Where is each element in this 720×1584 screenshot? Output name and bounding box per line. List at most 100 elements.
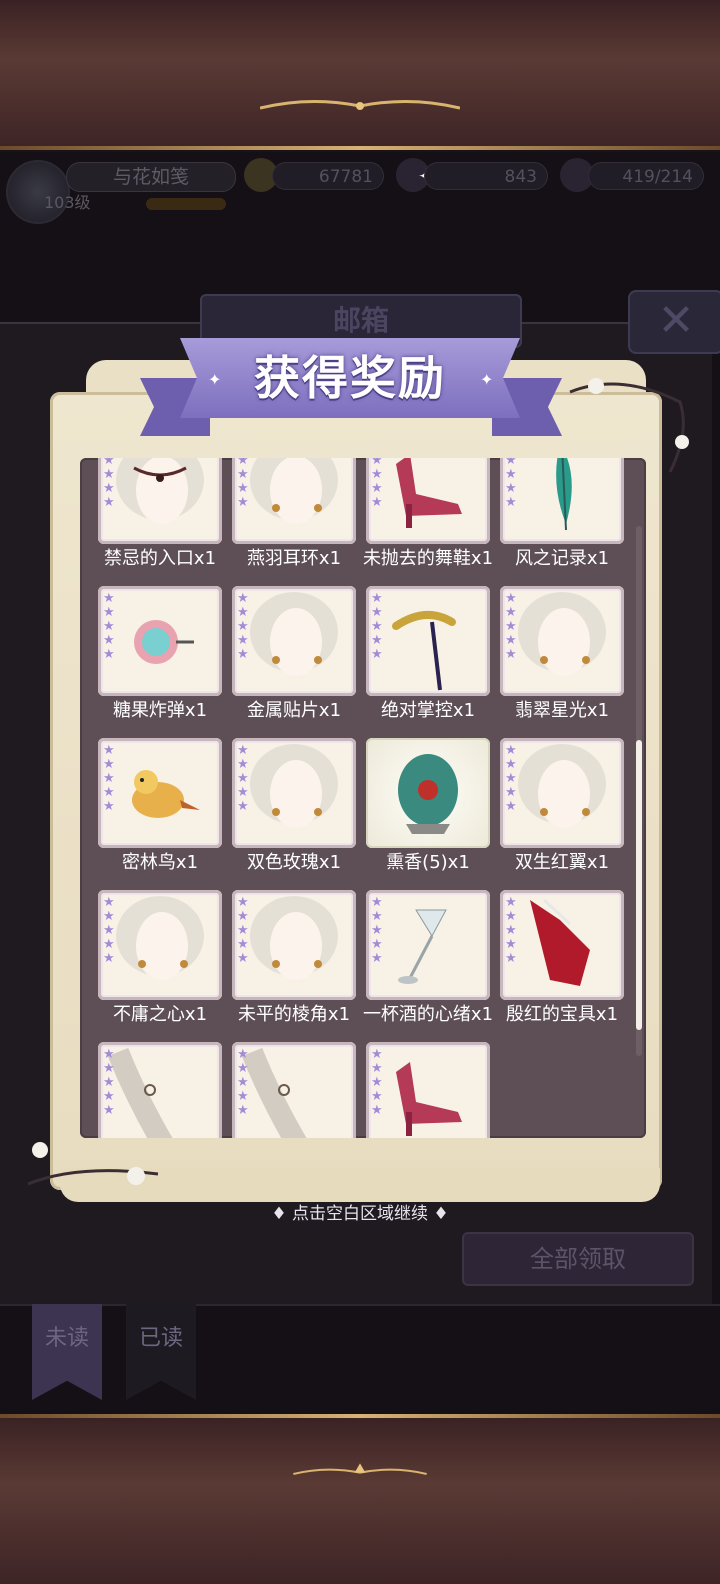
feather-icon [500, 458, 624, 544]
star-icon: ★ [237, 467, 249, 482]
rarity-stars: ★★★★★ [371, 896, 383, 966]
star-icon: ★ [505, 495, 517, 510]
reward-item-card[interactable]: ★★★★★ [98, 586, 222, 696]
star-icon: ★ [237, 743, 249, 758]
reward-banner-title: 获得奖励 [254, 351, 446, 405]
reward-item-label: 燕羽耳环x1 [246, 548, 342, 569]
reward-item-label: 殷红的宝具x1 [505, 1004, 619, 1025]
star-icon: ★ [103, 923, 115, 938]
gold-flourish-icon [293, 1463, 427, 1475]
reward-item[interactable]: ★★★★★ 风之记录x1 [500, 458, 624, 572]
star-icon: ★ [371, 481, 383, 496]
stamina-count: 419/214 [588, 162, 704, 190]
star-icon: ★ [237, 785, 249, 800]
reward-item-label: 未抛去的舞鞋x1 [362, 548, 494, 569]
reward-item-card[interactable]: ★★★★★ [98, 738, 222, 848]
star-icon: ★ [103, 647, 115, 662]
earring-icon [232, 738, 356, 848]
earring-icon [232, 458, 356, 544]
reward-item[interactable]: ★ ★ ★ ★ ★ 双色玫瑰x1 [232, 738, 356, 876]
star-icon: ★ [237, 1103, 249, 1118]
star-icon: ★ [371, 495, 383, 510]
star-icon: ★ [505, 799, 517, 814]
earring-icon [232, 890, 356, 1000]
reward-item-card[interactable]: ★★★★★ [366, 458, 490, 544]
star-icon: ★ [505, 605, 517, 620]
reward-item[interactable]: ★ ★ ★ ★ ★ 一杯酒的心绪x1 [363, 890, 493, 1028]
reward-item-card[interactable]: ★★★★★ [232, 586, 356, 696]
candy-icon [98, 586, 222, 696]
rarity-stars: ★★★★★ [103, 896, 115, 966]
scrollbar-thumb[interactable] [636, 740, 642, 1030]
reward-item[interactable]: ★ ★ ★ ★ ★ 殷红的宝具x1 [500, 890, 624, 1028]
reward-item[interactable]: ★ ★ ★ ★ ★ 未平的棱角x1 [232, 890, 356, 1028]
close-button[interactable]: ✕ [628, 290, 720, 354]
reward-item[interactable]: ★ ★ ★ ★ ★ 不庸之心x1 [98, 890, 222, 1028]
reward-item-card[interactable]: ★★★★★ [366, 890, 490, 1000]
reward-item-label: 糖果炸弹x1 [112, 700, 208, 721]
bottom-decor-band [0, 1418, 720, 1584]
reward-item-label: 翡翠星光x1 [514, 700, 610, 721]
reward-item-card[interactable]: ★★★★★ [232, 1042, 356, 1138]
reward-item[interactable]: ★ ★ ★ ★ ★ 双生红翼x1 [500, 738, 624, 876]
star-icon: ★ [237, 647, 249, 662]
star-icon: ★ [103, 937, 115, 952]
reward-item-card[interactable]: ★★★★★ [232, 890, 356, 1000]
reward-item-card[interactable]: ★★★★★ [366, 586, 490, 696]
reward-item[interactable]: ★★★★★ 禁忌的入口x1 [98, 458, 222, 572]
reward-item-label: 双色玫瑰x1 [246, 852, 342, 873]
reward-item-card[interactable]: ★★★★★ [500, 458, 624, 544]
star-icon: ★ [505, 481, 517, 496]
reward-item[interactable]: ★ ★ ★ ★ ★ [366, 1042, 490, 1138]
reward-item-card[interactable]: ★★★★★ [366, 1042, 490, 1138]
star-icon: ★ [237, 771, 249, 786]
star-icon: ★ [103, 495, 115, 510]
star-icon: ★ [103, 605, 115, 620]
rose-vine-icon [27, 1142, 159, 1186]
reward-item-label: 风之记录x1 [514, 548, 610, 569]
star-icon: ★ [237, 619, 249, 634]
star-icon: ★ [371, 1089, 383, 1104]
reward-item-card[interactable]: ★★★★★ [98, 458, 222, 544]
reward-item-card[interactable]: ★★★★★ [500, 890, 624, 1000]
star-icon: ★ [371, 1075, 383, 1090]
star-icon: ★ [371, 895, 383, 910]
reward-item-card[interactable]: ★★★★★ [98, 1042, 222, 1138]
reward-item[interactable]: ★ ★ ★ ★ ★ [232, 1042, 356, 1138]
reward-item-card[interactable]: ★★★★★ [500, 586, 624, 696]
reward-item-card[interactable]: ★★★★★ [232, 458, 356, 544]
reward-item[interactable]: ★ ★ ★ ★ ★ 金属贴片x1 [232, 586, 356, 724]
reward-item[interactable]: ★ ★ ★ ★ ★ 糖果炸弹x1 [98, 586, 222, 724]
star-icon: ★ [103, 909, 115, 924]
reward-item[interactable]: ★ ★ ★ ★ ★ 翡翠星光x1 [500, 586, 624, 724]
gold-flourish-icon [260, 99, 460, 110]
star-icon: ★ [505, 757, 517, 772]
reward-item-list[interactable]: ★★★★★禁忌的入口x1★★★★★燕羽耳环x1★★★★★未抛去的舞鞋x1★★★★… [80, 458, 646, 1138]
star-icon: ★ [103, 633, 115, 648]
gold-count: 67781 [272, 162, 384, 190]
reward-item[interactable]: ★ ★ ★ ★ ★ [98, 1042, 222, 1138]
red-glove-icon [500, 890, 624, 1000]
rarity-stars: ★★★★★ [371, 1048, 383, 1118]
star-icon: ★ [371, 1103, 383, 1118]
claim-all-button[interactable]: 全部领取 [462, 1232, 694, 1286]
reward-item[interactable]: ★★★★★ 燕羽耳环x1 [232, 458, 356, 572]
rarity-stars: ★★★★★ [505, 592, 517, 662]
star-icon: ★ [103, 1061, 115, 1076]
reward-item[interactable]: 熏香(5)x1 [366, 738, 490, 876]
reward-item[interactable]: ★ ★ ★ ★ ★ 绝对掌控x1 [366, 586, 490, 724]
star-icon: ★ [371, 1047, 383, 1062]
star-icon: ★ [103, 743, 115, 758]
cane-icon [366, 586, 490, 696]
exp-bar [146, 198, 226, 210]
earring-icon [500, 586, 624, 696]
reward-item-card[interactable]: ★★★★★ [500, 738, 624, 848]
reward-item-card[interactable] [366, 738, 490, 848]
reward-item[interactable]: ★ ★ ★ ★ ★ 密林鸟x1 [98, 738, 222, 876]
reward-item-card[interactable]: ★★★★★ [232, 738, 356, 848]
diamond-bullet-icon: ♦ [428, 1204, 449, 1224]
reward-item-label: 熏香(5)x1 [386, 852, 470, 873]
reward-item-label: 金属贴片x1 [246, 700, 342, 721]
reward-item-card[interactable]: ★★★★★ [98, 890, 222, 1000]
reward-item[interactable]: ★★★★★ 未抛去的舞鞋x1 [363, 458, 493, 572]
